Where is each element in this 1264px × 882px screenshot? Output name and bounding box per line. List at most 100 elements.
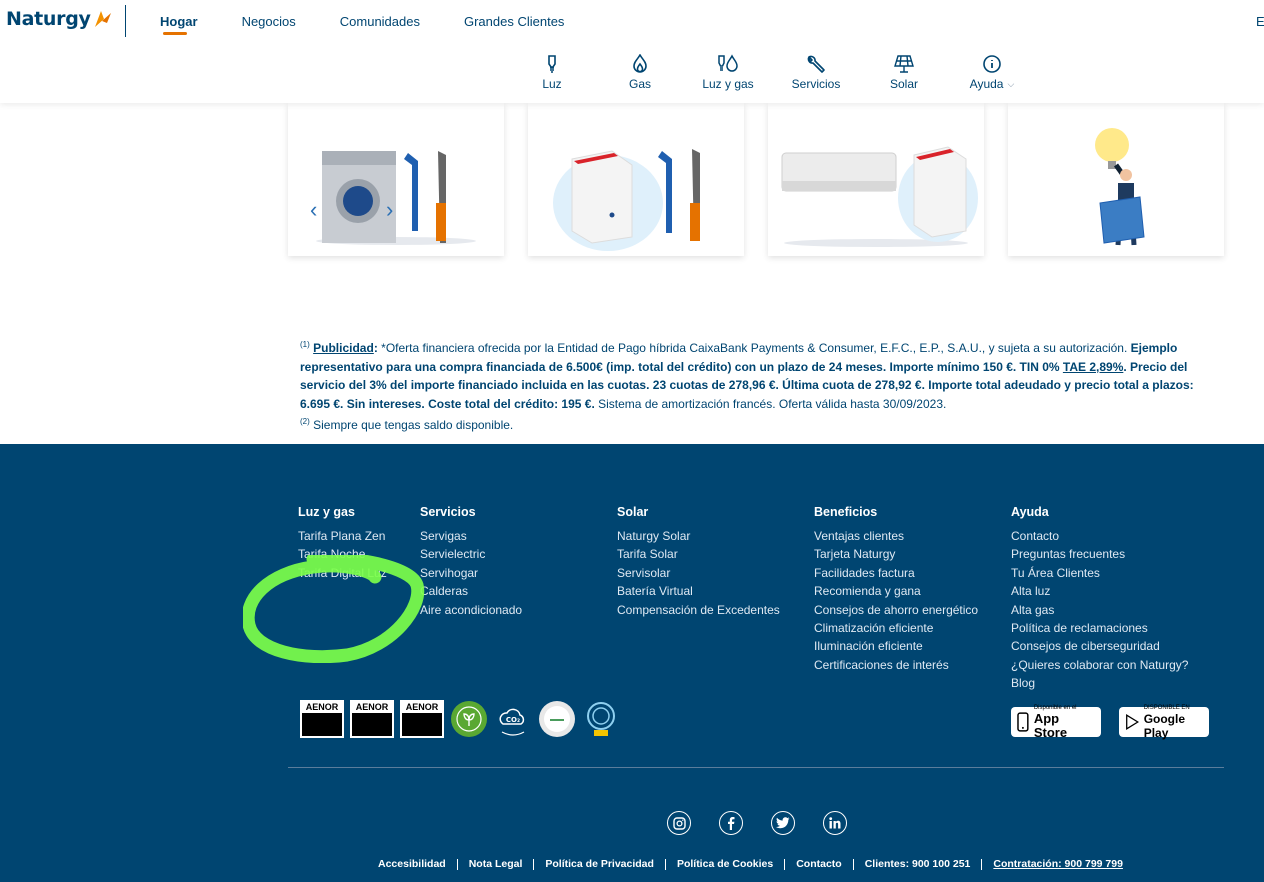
footer-col-ayuda: Ayuda Contacto Preguntas frecuentes Tu Á… — [1011, 505, 1188, 693]
footer-link[interactable]: Facilidades factura — [814, 564, 978, 582]
footer-link[interactable]: Calderas — [420, 582, 522, 600]
footer-link[interactable]: Consejos de ciberseguridad — [1011, 637, 1188, 655]
card-aire-acondicionado[interactable] — [768, 103, 984, 256]
google-play-big-text: Google Play — [1143, 711, 1186, 740]
instagram-button[interactable] — [667, 811, 691, 835]
category-nav: Luz Gas Luz y gas Servicios Solar Ayuda ⌵ — [508, 54, 1036, 91]
card-solar[interactable] — [1008, 103, 1224, 256]
aenor-label: AENOR — [405, 702, 439, 712]
category-servicios[interactable]: Servicios — [772, 54, 860, 91]
aenor-seguridad-badge: AENOR — [400, 700, 444, 738]
planet-seal-badge-icon — [451, 701, 487, 737]
footer-link[interactable]: Tarifa Solar — [617, 545, 780, 563]
category-luz[interactable]: Luz — [508, 54, 596, 91]
linkedin-button[interactable] — [823, 811, 847, 835]
category-gas[interactable]: Gas — [596, 54, 684, 91]
footer-link[interactable]: ¿Quieres colaborar con Naturgy? — [1011, 656, 1188, 674]
facebook-button[interactable] — [719, 811, 743, 835]
aenor-ambiental-badge: AENOR — [350, 700, 394, 738]
app-store-button[interactable]: Disponible en el App Store — [1011, 705, 1101, 739]
link-nota-legal[interactable]: Nota Legal — [469, 858, 523, 870]
footer-link[interactable]: Climatización eficiente — [814, 619, 978, 637]
footer-link[interactable]: Política de reclamaciones — [1011, 619, 1188, 637]
footer-link[interactable]: Batería Virtual — [617, 582, 780, 600]
footer-link[interactable]: Alta luz — [1011, 582, 1188, 600]
footer-link[interactable]: Recomienda y gana — [814, 582, 978, 600]
solar-installer-illustration — [1095, 128, 1145, 246]
legal-disclaimer: (1) Publicidad: *Oferta financiera ofrec… — [300, 336, 1210, 435]
footer-link[interactable]: Compensación de Excedentes — [617, 601, 780, 619]
footer-link[interactable]: Servielectric — [420, 545, 522, 563]
carousel-prev-arrow[interactable]: ‹ — [310, 197, 317, 223]
bulb-icon — [548, 55, 556, 73]
footer-link[interactable]: Contacto — [1011, 527, 1188, 545]
category-label: Ayuda — [969, 77, 1004, 91]
footer-link[interactable]: Tarjeta Naturgy — [814, 545, 978, 563]
legal-text: Sistema de amortización francés. Oferta … — [594, 396, 947, 411]
footer-link[interactable]: Blog — [1011, 674, 1188, 692]
twitter-button[interactable] — [771, 811, 795, 835]
footer-link[interactable]: Aire acondicionado — [420, 601, 522, 619]
footer-link[interactable]: Iluminación eficiente — [814, 637, 978, 655]
logo-butterfly-icon — [94, 11, 111, 27]
contratacion-phone-link[interactable]: Contratación: 900 799 799 — [993, 858, 1123, 870]
footer-col-title: Ayuda — [1011, 505, 1049, 519]
site-header: Naturgy Hogar Negocios Comunidades Grand… — [0, 0, 1264, 103]
footer-link[interactable]: Preguntas frecuentes — [1011, 545, 1188, 563]
linkedin-icon — [829, 817, 841, 829]
top-nav-comunidades[interactable]: Comunidades — [340, 14, 420, 29]
footer-link[interactable]: Alta gas — [1011, 601, 1188, 619]
naturgy-logo[interactable]: Naturgy — [6, 8, 113, 30]
top-nav-grandes-clientes[interactable]: Grandes Clientes — [464, 14, 564, 29]
social-links — [667, 811, 847, 835]
aenor-label: AENOR — [355, 702, 389, 712]
card-calderas[interactable] — [528, 103, 744, 256]
google-play-button[interactable]: DISPONIBLE EN Google Play — [1119, 705, 1209, 740]
language-selector[interactable]: E — [1256, 14, 1264, 29]
link-accesibilidad[interactable]: Accesibilidad — [378, 858, 446, 870]
info-icon — [983, 55, 1001, 73]
footer-link[interactable]: Servigas — [420, 527, 522, 545]
footer-col-title: Beneficios — [814, 505, 878, 519]
footer-link[interactable]: Naturgy Solar — [617, 527, 780, 545]
footnote-marker: (2) — [300, 417, 310, 426]
carousel-next-arrow[interactable]: › — [386, 197, 393, 223]
card-electrodomesticos[interactable]: ‹ › — [288, 103, 504, 256]
footer-col-luz-y-gas: Luz y gas Tarifa Plana Zen Tarifa Noche … — [298, 505, 387, 582]
footer-col-beneficios: Beneficios Ventajas clientes Tarjeta Nat… — [814, 505, 978, 674]
category-solar[interactable]: Solar — [860, 54, 948, 91]
legal-text: *Oferta financiera ofrecida por la Entid… — [377, 341, 1131, 355]
aenor-calidad-badge: AENOR — [300, 700, 344, 738]
svg-text:CO₂: CO₂ — [506, 716, 520, 724]
footer-col-servicios: Servicios Servigas Servielectric Serviho… — [420, 505, 522, 619]
top-nav-negocios[interactable]: Negocios — [242, 14, 296, 29]
top-nav-hogar[interactable]: Hogar — [160, 14, 198, 35]
publicidad-link[interactable]: Publicidad — [313, 341, 374, 355]
footer-link[interactable]: Tarifa Digital Luz — [298, 564, 387, 582]
boiler-tools-illustration — [553, 149, 700, 251]
category-ayuda[interactable]: Ayuda ⌵ — [948, 54, 1036, 91]
solar-panel-icon — [894, 55, 914, 73]
footer-link[interactable]: Tu Área Clientes — [1011, 564, 1188, 582]
bulb-flame-icon — [718, 54, 738, 72]
footer-link[interactable]: Ventajas clientes — [814, 527, 978, 545]
link-politica-privacidad[interactable]: Política de Privacidad — [545, 858, 654, 870]
tae-link[interactable]: TAE 2,89% — [1063, 360, 1123, 374]
link-contacto[interactable]: Contacto — [796, 858, 842, 870]
phone-icon — [1017, 712, 1029, 732]
ecovadis-badge-icon — [539, 701, 575, 737]
product-cards: ‹ › — [288, 103, 1224, 256]
footer-link[interactable]: Tarifa Noche — [298, 545, 387, 563]
footnote-marker: (1) — [300, 340, 310, 349]
category-label: Solar — [889, 77, 918, 91]
footer-link[interactable]: Servisolar — [617, 564, 780, 582]
footer-link[interactable]: Tarifa Plana Zen — [298, 527, 387, 545]
clientes-phone[interactable]: Clientes: 900 100 251 — [865, 858, 971, 870]
wrench-icon — [807, 55, 825, 73]
category-luz-y-gas[interactable]: Luz y gas — [684, 54, 772, 91]
footer-link[interactable]: Consejos de ahorro energético — [814, 601, 978, 619]
link-politica-cookies[interactable]: Política de Cookies — [677, 858, 773, 870]
facebook-icon — [728, 817, 735, 830]
footer-link[interactable]: Servihogar — [420, 564, 522, 582]
footer-link[interactable]: Certificaciones de interés — [814, 656, 978, 674]
